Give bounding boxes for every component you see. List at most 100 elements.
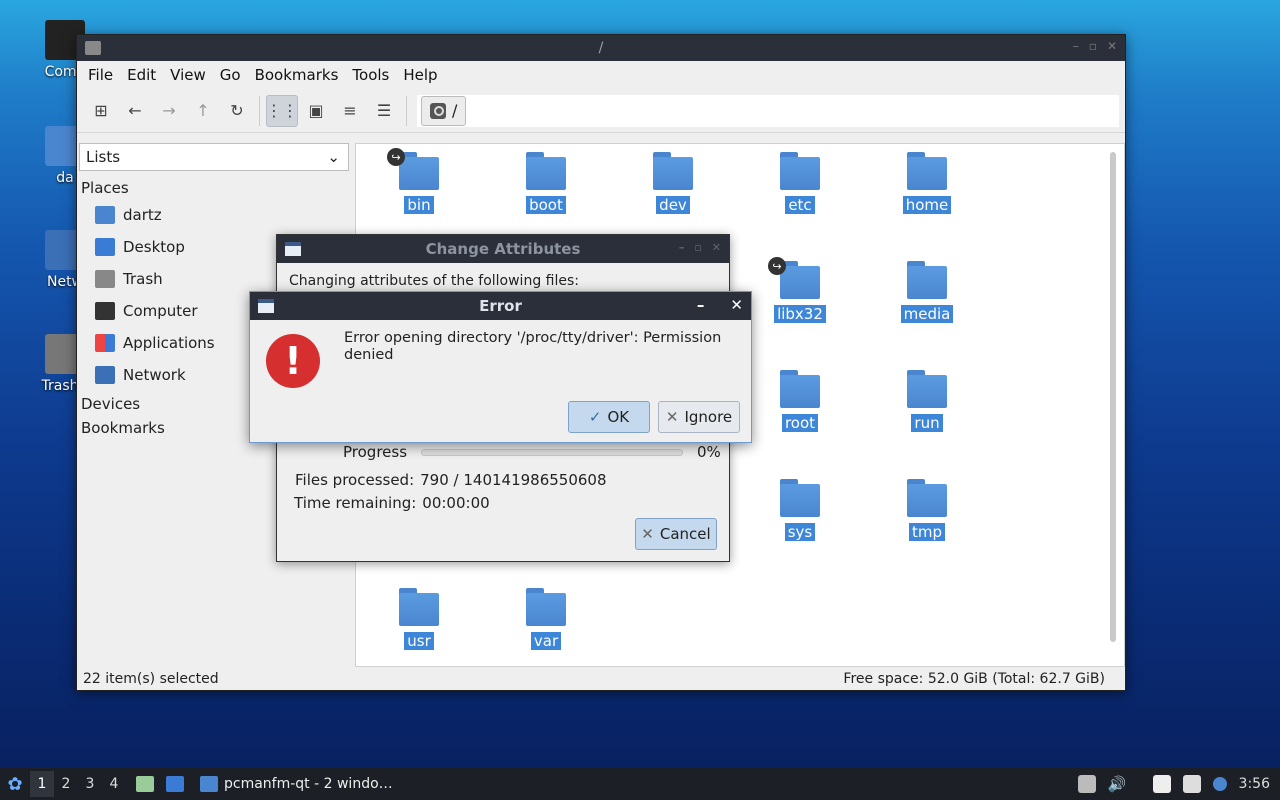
- computer-icon: [95, 302, 115, 320]
- ignore-button[interactable]: ✕ Ignore: [658, 401, 740, 433]
- icon-view-button[interactable]: ⋮⋮: [266, 94, 298, 127]
- ok-button[interactable]: ✓ OK: [568, 401, 650, 433]
- toolbar-separator: [259, 95, 260, 126]
- up-button[interactable]: ↑: [187, 95, 219, 127]
- menu-view[interactable]: View: [163, 66, 213, 84]
- detail-view-button[interactable]: ☰: [368, 95, 400, 127]
- folder-item-home[interactable]: home: [882, 152, 972, 214]
- close-icon[interactable]: ✕: [712, 241, 721, 254]
- clipboard-icon[interactable]: [1152, 775, 1171, 793]
- maximize-icon[interactable]: ▫: [694, 241, 701, 254]
- notification-icon[interactable]: [1212, 777, 1227, 791]
- folder-label: home: [902, 196, 952, 214]
- menu-tools[interactable]: Tools: [345, 66, 396, 84]
- dialog-titlebar[interactable]: Change Attributes – ▫ ✕: [277, 235, 729, 263]
- workspace-2[interactable]: 2: [54, 776, 78, 792]
- window-titlebar[interactable]: / – ▫ ✕: [77, 35, 1125, 61]
- cancel-button[interactable]: ✕ Cancel: [635, 518, 717, 550]
- folder-icon: ↪: [768, 257, 820, 299]
- folder-item-libx32[interactable]: ↪ libx32: [755, 257, 845, 323]
- path-root-button[interactable]: /: [421, 95, 467, 126]
- menu-go[interactable]: Go: [213, 66, 248, 84]
- forward-button[interactable]: →: [153, 95, 185, 127]
- folder-item-var[interactable]: var: [501, 588, 591, 650]
- dialog-titlebar[interactable]: Error – ✕: [250, 292, 751, 320]
- folder-item-usr[interactable]: usr: [374, 588, 464, 650]
- places-header[interactable]: Places: [77, 171, 353, 199]
- folder-item-boot[interactable]: boot: [501, 152, 591, 214]
- sidebar-item-dartz[interactable]: dartz: [77, 199, 353, 231]
- folder-item-dev[interactable]: dev: [628, 152, 718, 214]
- folder-item-bin[interactable]: ↪ bin: [374, 148, 464, 214]
- minimize-icon[interactable]: –: [1073, 39, 1079, 53]
- time-remaining-value: 00:00:00: [422, 494, 490, 512]
- folder-label: run: [911, 414, 943, 432]
- folder-item-sys[interactable]: sys: [755, 479, 845, 541]
- network-status-icon[interactable]: [1182, 775, 1201, 793]
- folder-label: var: [530, 632, 562, 650]
- toolbar: ⊞ ← → ↑ ↻ ⋮⋮ ▣ ≡ ☰ /: [77, 89, 1125, 133]
- error-icon: !: [266, 334, 320, 388]
- image-icon: ▣: [308, 101, 324, 120]
- folder-icon: [526, 588, 566, 626]
- cancel-button-label: Cancel: [659, 525, 711, 543]
- folder-label: boot: [526, 196, 566, 214]
- folder-icon: ↪: [387, 148, 439, 190]
- folder-icon: [907, 479, 947, 517]
- status-bar: 22 item(s) selected Free space: 52.0 GiB…: [77, 668, 1125, 690]
- close-icon[interactable]: ✕: [730, 296, 743, 314]
- files-processed-row: Files processed: 790 / 140141986550608: [295, 471, 607, 489]
- home-folder-icon: [95, 206, 115, 224]
- folder-item-root[interactable]: root: [755, 370, 845, 432]
- eject-icon[interactable]: [1077, 775, 1096, 793]
- progress-row: Progress 0%: [343, 443, 721, 461]
- folder-item-etc[interactable]: etc: [755, 152, 845, 214]
- folder-label: usr: [404, 632, 434, 650]
- start-menu-button[interactable]: ✿: [0, 769, 30, 799]
- check-icon: ✓: [588, 408, 602, 426]
- back-button[interactable]: ←: [119, 95, 151, 127]
- free-space-status: Free space: 52.0 GiB (Total: 62.7 GiB): [843, 671, 1105, 687]
- file-manager-launcher-icon[interactable]: [136, 776, 154, 792]
- show-desktop-icon[interactable]: [166, 776, 184, 792]
- minimize-icon[interactable]: –: [697, 296, 705, 314]
- workspace-1[interactable]: 1: [30, 771, 54, 797]
- folder-item-tmp[interactable]: tmp: [882, 479, 972, 541]
- menu-help[interactable]: Help: [396, 66, 444, 84]
- folder-icon: [200, 776, 218, 792]
- folder-item-run[interactable]: run: [882, 370, 972, 432]
- compact-view-button[interactable]: ≡: [334, 95, 366, 127]
- reload-button[interactable]: ↻: [221, 95, 253, 127]
- folder-icon: [780, 370, 820, 408]
- side-pane-mode-select[interactable]: Lists ⌄: [79, 143, 349, 171]
- new-tab-button[interactable]: ⊞: [85, 95, 117, 127]
- thumbnail-view-button[interactable]: ▣: [300, 95, 332, 127]
- minimize-icon[interactable]: –: [679, 241, 685, 254]
- grid-icon: ⋮⋮: [266, 101, 298, 120]
- time-remaining-row: Time remaining: 00:00:00: [294, 494, 490, 512]
- close-icon[interactable]: ✕: [1107, 39, 1117, 53]
- clock[interactable]: 3:56: [1239, 776, 1270, 792]
- vertical-scrollbar[interactable]: [1110, 152, 1116, 642]
- progress-label: Progress: [343, 443, 408, 461]
- new-tab-icon: ⊞: [94, 101, 108, 120]
- menu-file[interactable]: File: [81, 66, 120, 84]
- menu-bookmarks[interactable]: Bookmarks: [248, 66, 346, 84]
- taskbar: ✿ 1 2 3 4 pcmanfm-qt - 2 windo… 🔊 3:56: [0, 768, 1280, 800]
- path-label: /: [452, 101, 458, 120]
- folder-label: media: [900, 305, 954, 323]
- folder-label: sys: [784, 523, 816, 541]
- path-bar: /: [417, 94, 1119, 127]
- taskbar-window-button[interactable]: pcmanfm-qt - 2 windo…: [194, 770, 399, 798]
- menu-edit[interactable]: Edit: [120, 66, 163, 84]
- toolbar-separator: [406, 95, 407, 126]
- workspace-4[interactable]: 4: [102, 776, 126, 792]
- workspace-3[interactable]: 3: [78, 776, 102, 792]
- system-tray: 🔊 3:56: [1077, 775, 1280, 793]
- folder-item-media[interactable]: media: [882, 261, 972, 323]
- folder-icon: [399, 588, 439, 626]
- selection-status: 22 item(s) selected: [83, 671, 219, 687]
- files-processed-value: 790 / 140141986550608: [420, 471, 607, 489]
- volume-icon[interactable]: 🔊: [1108, 775, 1127, 793]
- maximize-icon[interactable]: ▫: [1089, 39, 1097, 53]
